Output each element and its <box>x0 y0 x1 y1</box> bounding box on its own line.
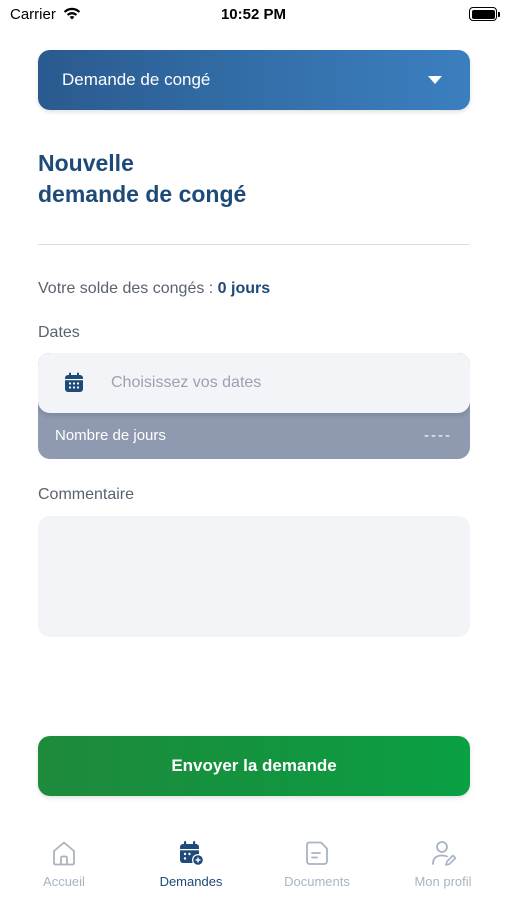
calendar-add-icon <box>180 841 204 866</box>
tab-mon-profil[interactable]: Mon profil <box>388 830 498 892</box>
submit-request-label: Envoyer la demande <box>171 756 337 775</box>
caret-down-icon <box>428 76 442 84</box>
tab-accueil[interactable]: Accueil <box>9 830 119 892</box>
battery-icon <box>469 7 500 21</box>
leave-balance: Votre solde des congés : 0 jours <box>38 280 270 298</box>
document-icon <box>306 841 328 865</box>
page-title: Nouvelle demande de congé <box>38 148 470 210</box>
days-count-label: Nombre de jours <box>55 427 166 444</box>
comment-textarea[interactable] <box>38 516 470 637</box>
days-count-value: ---- <box>424 427 452 444</box>
tab-demandes-label: Demandes <box>159 874 223 889</box>
clock-time: 10:52 PM <box>220 6 287 23</box>
leave-balance-value: 0 jours <box>217 280 271 297</box>
dates-picker-input[interactable]: Choisissez vos dates <box>38 353 470 413</box>
tab-demandes[interactable]: Demandes <box>136 830 246 892</box>
status-bar: Carrier 10:52 PM <box>0 0 507 30</box>
tab-accueil-label: Accueil <box>43 874 85 889</box>
tab-documents[interactable]: Documents <box>262 830 372 892</box>
tab-documents-label: Documents <box>284 874 350 889</box>
divider <box>38 244 470 245</box>
page-title-line2: demande de congé <box>38 181 247 207</box>
home-icon <box>53 841 75 866</box>
tab-mon-profil-label: Mon profil <box>414 874 472 889</box>
comment-label: Commentaire <box>38 486 135 503</box>
bottom-tab-bar: Accueil Demandes Documents Mon profil <box>0 830 507 900</box>
dates-label: Dates <box>38 324 80 341</box>
user-edit-icon <box>432 841 457 866</box>
request-type-selected-value: Demande de congé <box>62 70 211 89</box>
request-type-dropdown[interactable]: Demande de congé <box>38 50 470 110</box>
leave-balance-label: Votre solde des congés : <box>38 280 218 297</box>
page-title-line1: Nouvelle <box>38 150 134 176</box>
dates-card: Choisissez vos dates Nombre de jours ---… <box>38 353 470 459</box>
submit-request-button[interactable]: Envoyer la demande <box>38 736 470 796</box>
calendar-icon <box>65 372 83 392</box>
dates-placeholder: Choisissez vos dates <box>111 374 262 391</box>
